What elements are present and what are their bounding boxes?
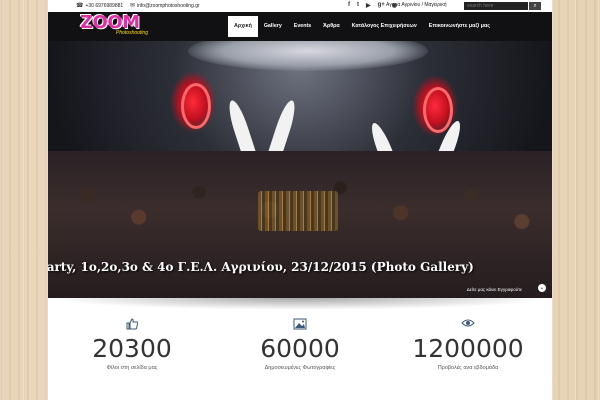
search-input[interactable] — [464, 2, 528, 10]
chevron-down-icon[interactable]: ⌄ — [538, 284, 546, 292]
youtube-icon[interactable]: ▶ — [366, 2, 371, 9]
twitter-icon[interactable]: t — [357, 2, 359, 9]
nav-item-events[interactable]: Events — [288, 16, 317, 37]
email-contact[interactable]: ✉ info@zoomphotoshooting.gr — [130, 2, 200, 10]
nav-item-directory[interactable]: Κατάλογος Επιχειρήσεων — [346, 16, 423, 37]
stat-label: Δημοσιευμένες Φωτογραφίες — [264, 365, 336, 371]
nav-item-articles[interactable]: Άρθρα — [317, 16, 346, 37]
stat-label: Φίλοι στη σελίδα μας — [106, 365, 158, 371]
stat-fans: 20300 Φίλοι στη σελίδα μας — [48, 318, 216, 371]
nav-item-home[interactable]: Αρχική — [228, 16, 258, 37]
area-text: Αγορά Αγρινίου / Μαγειρική — [386, 2, 447, 8]
hero-red-ring-right — [423, 87, 453, 133]
google-plus-icon[interactable]: g+ — [378, 2, 385, 9]
facebook-icon[interactable]: f — [348, 2, 350, 9]
main-nav: Αρχική Gallery Events Άρθρα Κατάλογος Επ… — [228, 16, 496, 37]
image-icon — [216, 318, 384, 332]
site-header: ZOOM Photoshooting Αρχική Gallery Events… — [48, 12, 552, 41]
stats-section: 20300 Φίλοι στη σελίδα μας 60000 Δημοσιε… — [48, 318, 552, 400]
nav-item-contact[interactable]: Επικοινωνήστε μαζί μας — [423, 16, 496, 37]
page-wrapper: ☎ +30 6976989881 ✉ info@zoomphotoshootin… — [48, 0, 552, 400]
top-info-bar: ☎ +30 6976989881 ✉ info@zoomphotoshootin… — [48, 0, 552, 12]
stat-label: Προβολές ανα εβδομάδα — [437, 365, 499, 371]
hero-red-ring-left — [181, 83, 211, 129]
hero-ceiling-light — [188, 41, 428, 71]
phone-number: +30 6976989881 — [85, 2, 124, 9]
nav-item-gallery[interactable]: Gallery — [258, 16, 288, 37]
hero-bar-bottles — [258, 191, 338, 231]
email-icon: ✉ — [130, 3, 136, 9]
hero-shadow-divider — [48, 298, 552, 310]
search-button[interactable]: ⌕ — [529, 2, 541, 10]
hero-title[interactable]: Party, 1ο,2ο,3ο & 4ο Γ.Ε.Λ. Αγρινίου, 23… — [48, 260, 552, 274]
phone-icon: ☎ — [76, 3, 84, 9]
hero-slider[interactable]: Party, 1ο,2ο,3ο & 4ο Γ.Ε.Λ. Αγρινίου, 23… — [48, 41, 552, 298]
hero-subscribe-link[interactable]: Δείτε μας κάνει Εγγραφούτε — [467, 287, 522, 292]
search-icon: ⌕ — [533, 3, 537, 9]
logo-tagline: Photoshooting — [116, 30, 148, 36]
site-logo[interactable]: ZOOM Photoshooting — [80, 12, 158, 40]
area-link[interactable]: Αγορά Αγρινίου / Μαγειρική — [386, 2, 447, 8]
phone-contact[interactable]: ☎ +30 6976989881 — [76, 2, 124, 10]
stat-value: 60000 — [260, 334, 340, 363]
stat-value: 20300 — [92, 334, 172, 363]
stat-photos: 60000 Δημοσιευμένες Φωτογραφίες — [216, 318, 384, 371]
thumbs-up-icon — [48, 318, 216, 332]
stat-value: 1200000 — [412, 334, 524, 363]
email-address: info@zoomphotoshooting.gr — [137, 2, 200, 9]
eye-icon — [384, 318, 552, 332]
stat-views: 1200000 Προβολές ανα εβδομάδα — [384, 318, 552, 371]
